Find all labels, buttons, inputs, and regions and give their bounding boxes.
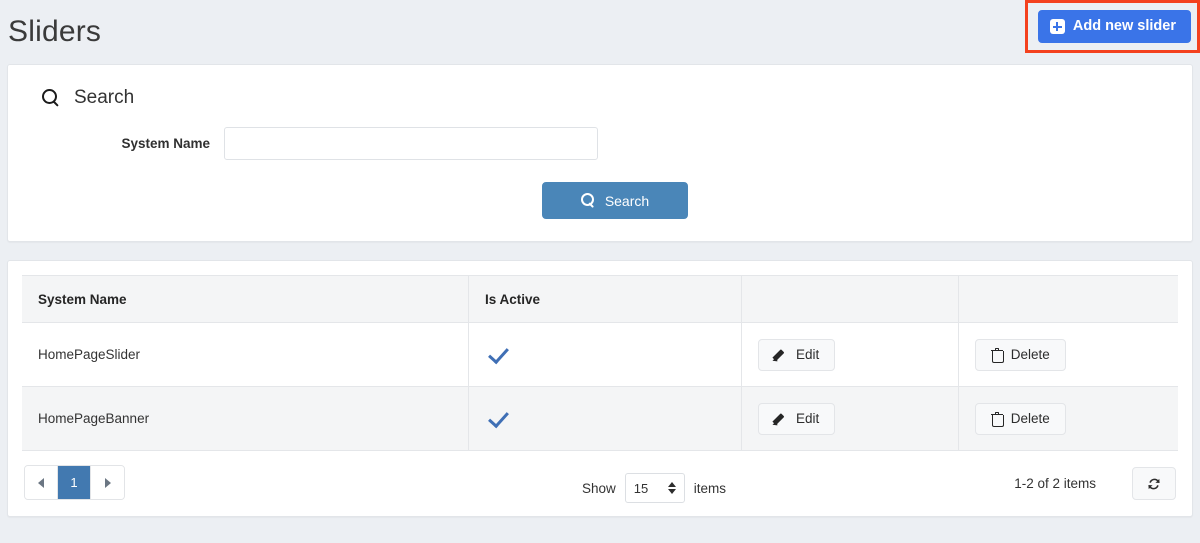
refresh-button[interactable] xyxy=(1132,467,1176,500)
column-header-edit xyxy=(741,276,958,323)
cell-delete: Delete xyxy=(958,323,1178,387)
grid-footer: 1 Show 15 items 1-2 of 2 items xyxy=(22,451,1178,516)
table-row: HomePageBanner Edit Delete xyxy=(22,387,1178,451)
add-button-highlight: Add new slider xyxy=(1025,0,1200,53)
page-title: Sliders xyxy=(8,17,101,47)
search-submit-row: Search xyxy=(24,182,1176,219)
edit-button[interactable]: Edit xyxy=(758,403,835,435)
trash-icon xyxy=(991,348,1003,362)
cell-is-active xyxy=(469,323,742,387)
sliders-table: System Name Is Active HomePageSlider Edi… xyxy=(22,275,1178,451)
search-panel: Search System Name Search xyxy=(7,64,1193,242)
cell-system-name: HomePageSlider xyxy=(22,323,469,387)
column-header-is-active[interactable]: Is Active xyxy=(469,276,742,323)
search-submit-button[interactable]: Search xyxy=(542,182,688,219)
refresh-icon xyxy=(1146,476,1162,492)
page-size-value: 15 xyxy=(634,481,648,496)
system-name-label: System Name xyxy=(24,136,224,151)
chevron-updown-icon xyxy=(668,482,676,494)
show-label: Show xyxy=(582,481,616,496)
edit-button[interactable]: Edit xyxy=(758,339,835,371)
items-count-text: 1-2 of 2 items xyxy=(1014,476,1096,491)
add-new-slider-label: Add new slider xyxy=(1073,19,1176,34)
add-new-slider-button[interactable]: Add new slider xyxy=(1038,10,1191,43)
page-size-selector-group: Show 15 items xyxy=(582,473,726,503)
table-header-row: System Name Is Active xyxy=(22,276,1178,323)
grid-footer-right: 1-2 of 2 items xyxy=(1014,467,1176,500)
search-icon xyxy=(581,193,596,208)
triangle-right-icon xyxy=(105,478,111,488)
cell-system-name: HomePageBanner xyxy=(22,387,469,451)
search-panel-legend: Search xyxy=(42,87,1176,109)
pagination-page-1[interactable]: 1 xyxy=(58,466,91,499)
pencil-icon xyxy=(774,412,788,426)
items-label: items xyxy=(694,481,726,496)
search-icon xyxy=(42,89,60,107)
triangle-left-icon xyxy=(38,478,44,488)
check-icon xyxy=(488,407,509,428)
delete-button-label: Delete xyxy=(1011,348,1050,362)
table-row: HomePageSlider Edit Delete xyxy=(22,323,1178,387)
table-header: System Name Is Active xyxy=(22,276,1178,323)
edit-button-label: Edit xyxy=(796,412,819,426)
delete-button[interactable]: Delete xyxy=(975,339,1066,371)
sliders-grid-panel: System Name Is Active HomePageSlider Edi… xyxy=(7,260,1193,517)
delete-button-label: Delete xyxy=(1011,412,1050,426)
delete-button[interactable]: Delete xyxy=(975,403,1066,435)
column-header-system-name[interactable]: System Name xyxy=(22,276,469,323)
header-actions: Add new slider xyxy=(1025,0,1200,53)
pencil-icon xyxy=(774,348,788,362)
pagination-prev-button[interactable] xyxy=(25,466,58,499)
trash-icon xyxy=(991,412,1003,426)
search-submit-label: Search xyxy=(605,194,649,208)
pagination-next-button[interactable] xyxy=(91,466,124,499)
cell-is-active xyxy=(469,387,742,451)
cell-edit: Edit xyxy=(741,387,958,451)
cell-delete: Delete xyxy=(958,387,1178,451)
cell-edit: Edit xyxy=(741,323,958,387)
system-name-form-row: System Name xyxy=(24,127,1176,160)
column-header-delete xyxy=(958,276,1178,323)
page-header: Sliders Add new slider xyxy=(0,0,1200,64)
search-panel-title: Search xyxy=(74,87,134,109)
page-size-select[interactable]: 15 xyxy=(625,473,685,503)
plus-square-icon xyxy=(1050,19,1065,34)
table-body: HomePageSlider Edit Delete xyxy=(22,323,1178,451)
check-icon xyxy=(488,343,509,364)
system-name-input[interactable] xyxy=(224,127,598,160)
pagination: 1 xyxy=(24,465,125,500)
edit-button-label: Edit xyxy=(796,348,819,362)
